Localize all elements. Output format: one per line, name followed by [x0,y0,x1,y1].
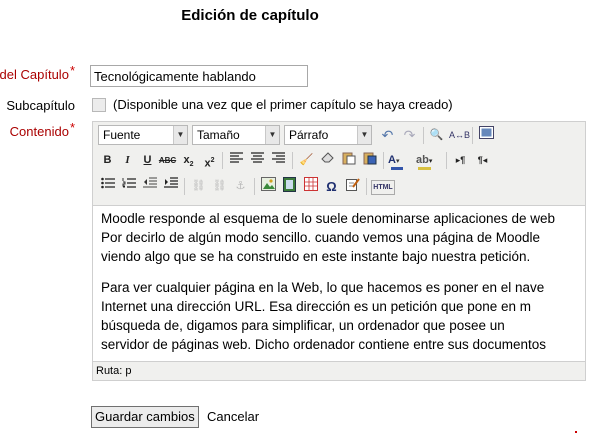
undo-icon[interactable]: ↶ [378,126,397,145]
special-char-icon[interactable]: Ω [322,177,341,196]
size-select-value: Tamaño [197,128,240,142]
chapter-title-label: del Capítulo* [0,63,75,82]
page-title: Edición de capítulo [181,7,319,24]
text-line: servidor de páginas web. Dicho ordenador… [101,337,547,352]
underline-icon[interactable]: U [138,151,157,170]
toolbar-row-2: B I U ABC x2 x2 🧹 A▾ ab▾ ▸¶ ¶◂ [96,150,582,172]
text-line: viendo algo que se ha construido en este… [101,249,531,264]
subscript-icon[interactable]: x2 [179,151,198,170]
numbered-list-icon[interactable] [119,177,138,196]
strikethrough-icon[interactable]: ABC [158,151,177,170]
paste-word-icon[interactable] [360,151,379,170]
size-select[interactable]: Tamaño ▼ [192,125,280,145]
chevron-down-icon: ▼ [173,126,187,144]
save-button[interactable]: Guardar cambios [91,406,199,428]
font-select-value: Fuente [103,128,141,142]
paragraph-select[interactable]: Párrafo ▼ [284,125,372,145]
fullscreen-icon[interactable] [477,126,496,145]
bullet-list-icon[interactable] [98,177,117,196]
subchapter-label: Subcapítulo [6,98,75,113]
chevron-down-icon: ▼ [265,126,279,144]
required-icon: * [69,63,75,78]
text-line: Por decirlo de algún modo sencillo. cuan… [101,230,541,245]
rtl-icon[interactable]: ¶◂ [473,151,492,170]
unlink-icon[interactable]: ⛓ [210,177,229,196]
anchor-icon[interactable]: ⚓ [231,177,250,196]
text-line: búsqueda de, digamos para simplificar, u… [101,318,505,333]
spellcheck-icon[interactable] [343,177,362,196]
align-right-icon[interactable] [269,151,288,170]
required-icon: * [69,120,75,135]
text-color-icon[interactable]: A▾ [388,151,414,170]
bold-icon[interactable]: B [98,151,117,170]
indent-icon[interactable] [161,177,180,196]
text-line: Internet una dirección URL. Esa direcció… [101,299,532,314]
editor-content-area[interactable]: Moodle responde al esquema de lo suele d… [93,205,585,361]
ltr-icon[interactable]: ▸¶ [451,151,470,170]
content-paragraph: Moodle responde al esquema de lo suele d… [93,209,585,266]
decorative-dot [575,431,577,433]
toolbar-row-3: ⛓ ⛓ ⚓ Ω HTML [96,176,582,198]
chevron-down-icon: ▼ [357,126,371,144]
content-paragraph: Para ver cualquier página en la Web, lo … [93,278,585,354]
find-icon[interactable]: 🔍 [427,126,446,145]
outdent-icon[interactable] [140,177,159,196]
subchapter-checkbox[interactable] [92,98,106,112]
editor-status-path: Ruta: p [93,361,585,379]
align-center-icon[interactable] [248,151,267,170]
paragraph-select-value: Párrafo [289,128,329,142]
image-icon[interactable] [259,177,278,196]
highlight-icon[interactable]: ab▾ [416,151,442,170]
paste-text-icon[interactable] [339,151,358,170]
cancel-button[interactable]: Cancelar [207,409,259,424]
clean-icon[interactable]: 🧹 [297,151,316,170]
table-icon[interactable] [301,177,320,196]
content-label: Contenido* [9,120,75,139]
rich-text-editor: Fuente ▼ Tamaño ▼ Párrafo ▼ ↶ ↷ 🔍 A↔B B … [92,121,586,381]
replace-icon[interactable]: A↔B [449,126,470,145]
eraser-icon[interactable] [318,151,337,170]
align-left-icon[interactable] [227,151,246,170]
content-label-text: Contenido [9,124,69,139]
text-line: Moodle responde al esquema de lo suele d… [101,211,556,226]
chapter-title-label-text: del Capítulo [0,67,69,82]
italic-icon[interactable]: I [118,151,137,170]
html-icon[interactable]: HTML [371,180,395,195]
subchapter-note: (Disponible una vez que el primer capítu… [113,97,453,112]
chapter-title-input[interactable] [90,65,308,87]
text-line: Para ver cualquier página en la Web, lo … [101,280,545,295]
superscript-icon[interactable]: x2 [200,151,219,170]
font-select[interactable]: Fuente ▼ [98,125,188,145]
toolbar-row-1: Fuente ▼ Tamaño ▼ Párrafo ▼ ↶ ↷ 🔍 A↔B [96,125,582,147]
redo-icon[interactable]: ↷ [400,126,419,145]
link-icon[interactable]: ⛓ [189,177,208,196]
media-icon[interactable] [280,177,299,196]
